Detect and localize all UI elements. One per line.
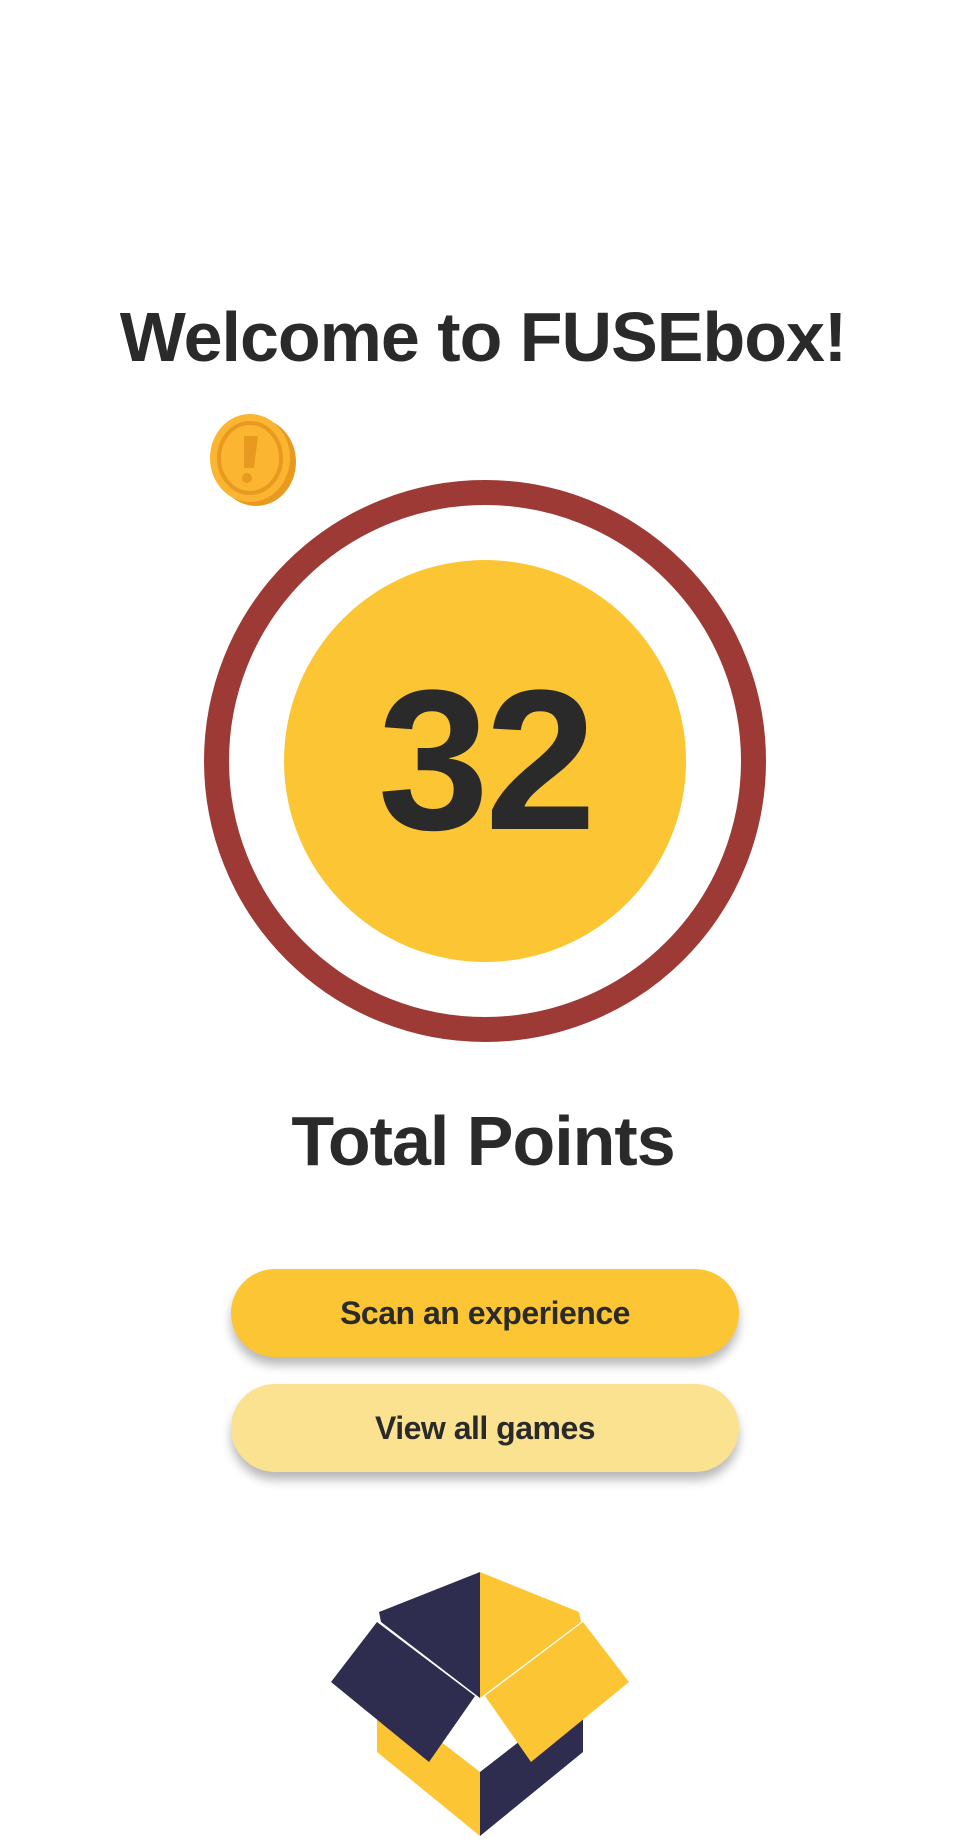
scan-experience-button[interactable]: Scan an experience <box>231 1269 739 1357</box>
fusebox-logo <box>329 1572 631 1836</box>
view-all-games-button[interactable]: View all games <box>231 1384 739 1472</box>
points-value: 32 <box>377 649 596 872</box>
total-points-label: Total Points <box>291 1102 675 1180</box>
coin-icon <box>204 412 300 508</box>
page-title: Welcome to FUSEbox! <box>119 298 847 376</box>
points-circle: 32 <box>284 560 686 962</box>
